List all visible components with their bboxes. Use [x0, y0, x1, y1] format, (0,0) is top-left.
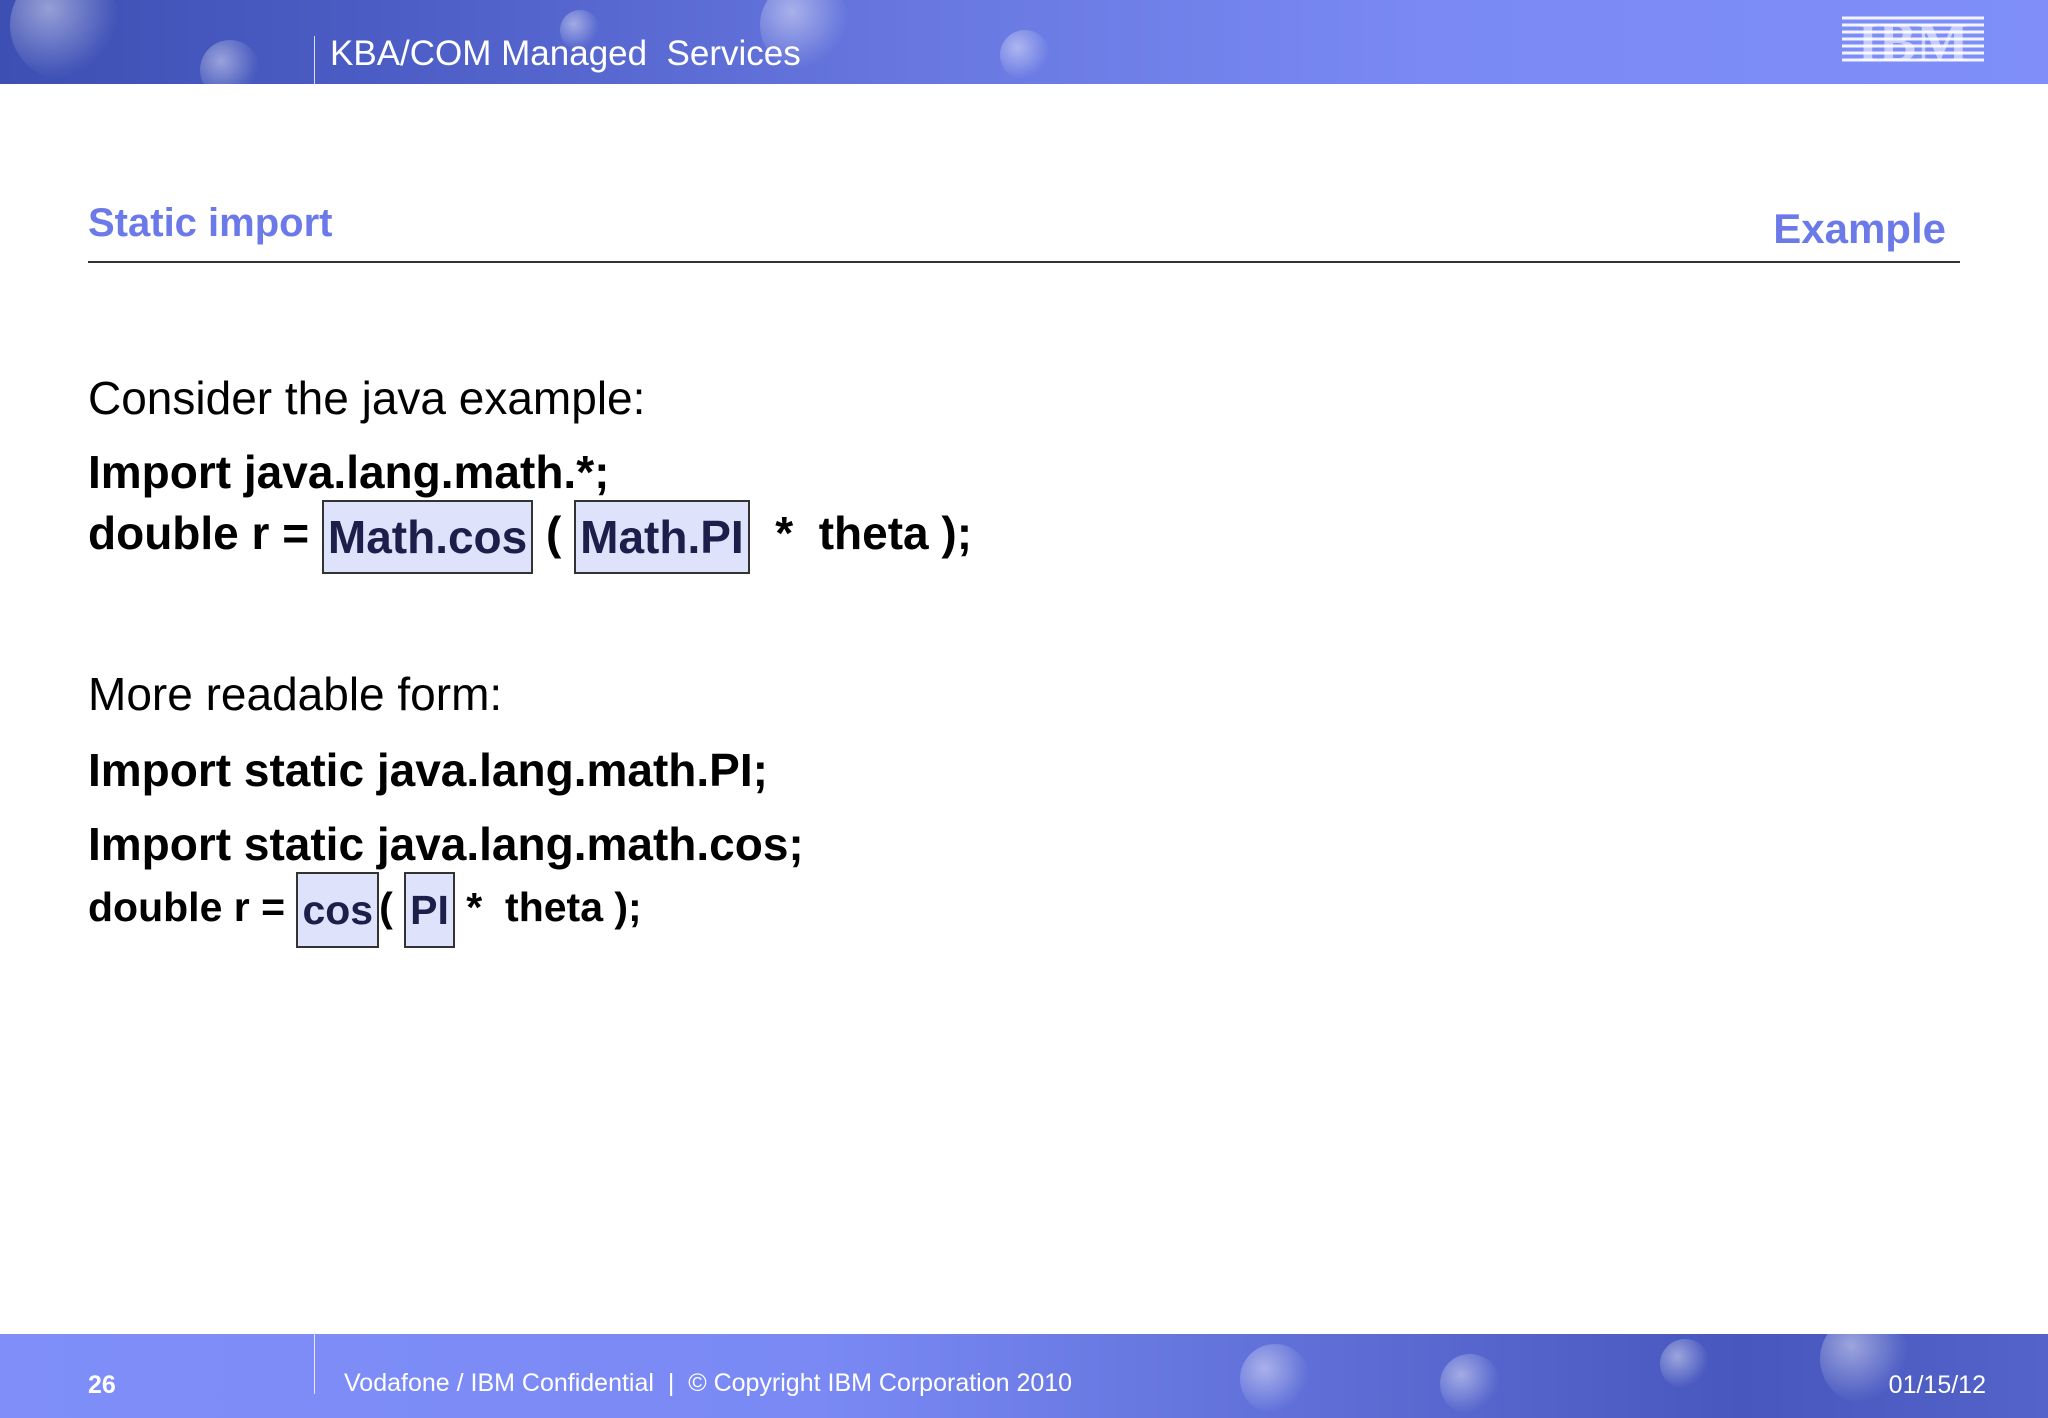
- code-prefix: double r =: [88, 507, 322, 560]
- body-line-readable: More readable form:: [88, 668, 503, 720]
- code-line-import-all: Import java.lang.math.*;: [88, 446, 610, 498]
- page-title: Static import: [88, 201, 333, 245]
- highlight-pi: PI: [404, 872, 455, 948]
- highlight-math-cos: Math.cos: [321, 500, 534, 574]
- ibm-logo-text: IBM: [1857, 14, 1969, 68]
- code-line-import-cos: Import static java.lang.math.cos;: [88, 818, 804, 870]
- highlight-math-pi: Math.PI: [574, 500, 750, 574]
- footer-date: 01/15/12: [1888, 1371, 1986, 1399]
- footer-band: 26 Vodafone / IBM Confidential | © Copyr…: [0, 1334, 2048, 1418]
- footer-divider: [314, 1334, 315, 1394]
- code-mid: (: [533, 507, 575, 560]
- body-line-intro: Consider the java example:: [88, 372, 646, 424]
- code-suffix: * theta );: [454, 883, 642, 930]
- code-mid: (: [379, 883, 405, 930]
- code-line-math-cos: double r = Math.cos ( Math.PI * theta );: [88, 500, 972, 574]
- section-tag: Example: [1773, 205, 1946, 252]
- page-number: 26: [88, 1371, 116, 1399]
- code-line-cos: double r = cos( PI * theta );: [88, 872, 642, 948]
- code-suffix: * theta );: [749, 507, 973, 560]
- highlight-cos: cos: [296, 872, 380, 948]
- header-band: KBA/COM Managed Services IBM: [0, 0, 2048, 84]
- slide: KBA/COM Managed Services IBM Static impo…: [0, 0, 2048, 1418]
- title-divider: [88, 261, 1960, 263]
- header-title: KBA/COM Managed Services: [330, 34, 801, 73]
- header-divider: [314, 36, 315, 84]
- footer-confidential: Vodafone / IBM Confidential | © Copyrigh…: [344, 1369, 1073, 1397]
- code-line-import-pi: Import static java.lang.math.PI;: [88, 744, 768, 796]
- ibm-logo-icon: IBM: [1842, 14, 1984, 68]
- code-prefix: double r =: [88, 883, 297, 930]
